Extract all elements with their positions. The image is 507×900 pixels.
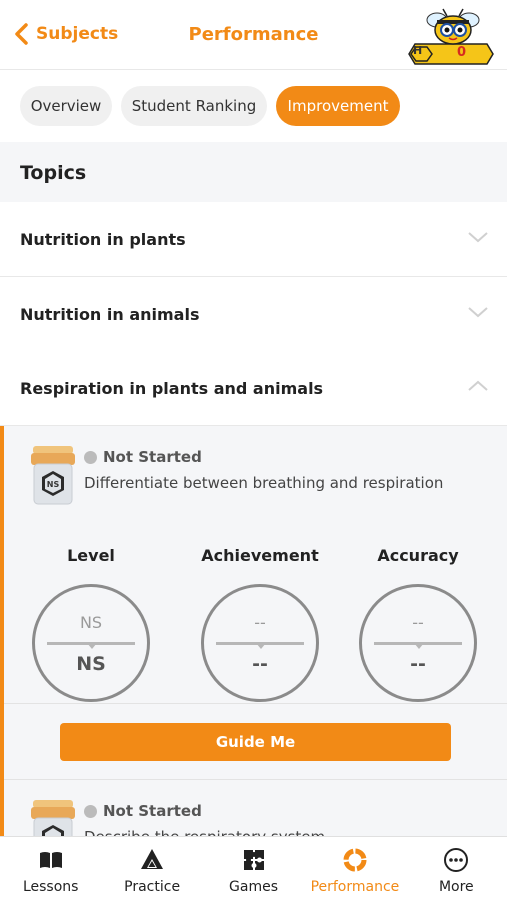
gauge-top-value: -- bbox=[412, 613, 424, 632]
gauge-top-value: NS bbox=[79, 613, 103, 632]
topics-heading: Topics bbox=[0, 142, 507, 202]
honey-jar-icon bbox=[31, 800, 75, 836]
gauge-top-value: -- bbox=[254, 613, 266, 632]
nav-practice[interactable]: Practice bbox=[101, 837, 202, 900]
gauge-bottom-value: -- bbox=[410, 653, 426, 675]
puzzle-icon bbox=[243, 850, 264, 870]
bee-mascot-icon bbox=[408, 8, 494, 65]
nav-performance[interactable]: Performance bbox=[304, 837, 405, 900]
metric-label-accuracy: Accuracy bbox=[377, 546, 459, 565]
chevron-down-icon bbox=[468, 307, 488, 318]
tab-student-ranking[interactable]: Student Ranking bbox=[121, 86, 267, 126]
metric-label-achievement: Achievement bbox=[201, 546, 319, 565]
nav-label: Games bbox=[229, 879, 278, 895]
nav-label: More bbox=[438, 879, 474, 895]
jar-badge: NS bbox=[47, 480, 60, 489]
gauge-bottom-value: NS bbox=[76, 653, 106, 675]
honey-jar-icon: NS bbox=[31, 446, 75, 505]
triangles-icon bbox=[141, 849, 164, 869]
status-badge: Not Started bbox=[84, 448, 202, 466]
accuracy-gauge: -- -- bbox=[359, 584, 477, 702]
gauge-notch bbox=[256, 643, 266, 649]
status-dot bbox=[84, 804, 97, 818]
nav-games[interactable]: Games bbox=[203, 837, 304, 900]
topic-label: Nutrition in animals bbox=[20, 304, 200, 324]
status-text: Not Started bbox=[103, 448, 202, 466]
tab-overview[interactable]: Overview bbox=[20, 86, 112, 126]
more-icon bbox=[444, 848, 469, 872]
tab-improvement[interactable]: Improvement bbox=[276, 86, 400, 126]
status-dot bbox=[84, 450, 97, 464]
book-icon bbox=[39, 852, 62, 868]
gauge-notch bbox=[87, 643, 97, 649]
level-gauge: NS NS bbox=[32, 584, 150, 702]
skill-description: Differentiate between breathing and resp… bbox=[84, 474, 444, 492]
tab-bar: Overview Student Ranking Improvement bbox=[0, 70, 507, 142]
section-divider bbox=[4, 779, 507, 780]
nav-label: Lessons bbox=[22, 879, 79, 895]
status-badge: Not Started bbox=[84, 802, 202, 820]
topic-row-respiration[interactable]: Respiration in plants and animals bbox=[0, 351, 507, 426]
top-bar: Subjects Performance H 0 bbox=[0, 0, 507, 70]
nav-more[interactable]: More bbox=[406, 837, 507, 900]
expanded-topic-panel: NS Not Started Differentiate between bre… bbox=[0, 426, 507, 836]
skill-card: Not Started Describe the respiratory sys… bbox=[30, 798, 500, 836]
gauge-bottom-value: -- bbox=[252, 653, 268, 675]
topic-label: Nutrition in plants bbox=[20, 229, 186, 249]
metric-label-level: Level bbox=[67, 546, 115, 565]
performance-icon bbox=[343, 848, 367, 872]
achievement-gauge: -- -- bbox=[201, 584, 319, 702]
topic-row-nutrition-in-animals[interactable]: Nutrition in animals bbox=[0, 277, 507, 352]
skill-description: Describe the respiratory system bbox=[84, 828, 325, 836]
nav-lessons[interactable]: Lessons bbox=[0, 837, 101, 900]
bottom-nav: Lessons Practice Games Performance More bbox=[0, 836, 507, 900]
chevron-up-icon bbox=[468, 380, 488, 391]
gauge-notch bbox=[414, 643, 424, 649]
topic-row-nutrition-in-plants[interactable]: Nutrition in plants bbox=[0, 202, 507, 277]
guide-me-button[interactable]: Guide Me bbox=[60, 723, 451, 761]
status-text: Not Started bbox=[103, 802, 202, 820]
hive-badge: H bbox=[413, 44, 423, 57]
nav-label: Practice bbox=[124, 879, 181, 895]
section-divider bbox=[4, 703, 507, 704]
hive-count: 0 bbox=[457, 45, 467, 60]
bee-mascot-hive-counter[interactable]: H 0 bbox=[407, 6, 497, 66]
nav-label: Performance bbox=[310, 879, 400, 895]
topic-label: Respiration in plants and animals bbox=[20, 378, 324, 398]
chevron-down-icon bbox=[468, 232, 488, 243]
